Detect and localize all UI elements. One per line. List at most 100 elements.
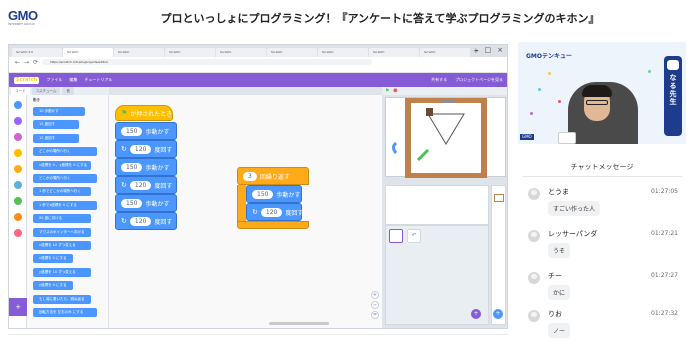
undo-icon[interactable]: ↶ (407, 229, 421, 243)
turn-degrees-block[interactable]: ↻ 120 度回す (115, 212, 177, 230)
back-icon[interactable]: ← (15, 59, 20, 66)
stage[interactable] (385, 97, 506, 179)
sprite-thumbnail[interactable] (389, 229, 403, 243)
teacher-banner-text: なる先生 (669, 74, 677, 106)
turn-degrees-block[interactable]: ↻ 120 度回す (115, 140, 177, 158)
browser-tab[interactable]: Scratch (420, 48, 470, 57)
browser-tab[interactable]: Scratch (369, 48, 419, 57)
palette-block[interactable]: x座標を 0 にする (33, 254, 73, 264)
webcam-badge: GMO (520, 134, 534, 140)
palette-block[interactable]: x座標を 0 、y座標を 0 にする (33, 160, 91, 170)
webcam-feed: GMOテンキュー GMO なる先生 (518, 42, 686, 144)
block-label: 歩動かす (145, 200, 170, 208)
steps-value[interactable]: 150 (121, 126, 143, 136)
category-variables[interactable] (14, 213, 22, 221)
chat-message: チー 01:27:27 かに (528, 270, 678, 312)
category-sensing[interactable] (14, 181, 22, 189)
screen-share: Scratch 3.0 Scratch Scratch Scratch Scra… (8, 44, 508, 329)
green-flag-button[interactable]: ⚑ (385, 88, 389, 94)
chat-message: とうま 01:27:05 すごい作った人 (528, 186, 678, 228)
browser-tab[interactable]: Scratch 3.0 (12, 48, 62, 57)
browser-tab-bar: Scratch 3.0 Scratch Scratch Scratch Scra… (9, 45, 507, 57)
close-window-button[interactable]: × (497, 46, 503, 54)
url-field[interactable]: https://scratch.mit.edu/projects/editor/ (42, 59, 373, 65)
palette-block[interactable]: x座標を 10 ずつ変える (33, 241, 91, 250)
horizontal-scrollbar[interactable] (269, 322, 329, 325)
turn-degrees-block[interactable]: ↻ 120 度回す (115, 176, 177, 194)
add-sprite-button[interactable]: + (471, 309, 481, 319)
palette-block[interactable]: 10 歩動かす (33, 107, 85, 116)
zoom-out-button[interactable]: − (371, 301, 379, 309)
minimize-button[interactable]: – (475, 46, 479, 54)
repeat-block-arm (237, 185, 246, 221)
tab-sounds[interactable]: 音 (62, 87, 74, 95)
category-motion[interactable] (14, 101, 22, 109)
backdrop-thumbnail[interactable] (494, 194, 504, 202)
move-steps-block[interactable]: 150 歩動かす (246, 185, 302, 203)
repeat-block[interactable]: 3 回繰り返す (237, 167, 309, 185)
palette-block[interactable]: 90 度に向ける (33, 214, 91, 224)
see-project-page-button[interactable]: プロジェクトページを見る (455, 77, 503, 83)
palette-block[interactable]: 1 秒でx座標を 0 にする (33, 200, 97, 210)
stop-button[interactable]: ⬣ (393, 88, 397, 94)
category-looks[interactable] (14, 117, 22, 125)
browser-tab-active[interactable]: Scratch (63, 48, 113, 57)
category-sound[interactable] (14, 133, 22, 141)
decor-dot (548, 72, 551, 75)
category-events[interactable] (14, 149, 22, 157)
menu-file[interactable]: ファイル (46, 77, 62, 83)
palette-block[interactable]: 回転方法を 左右のみ にする (33, 308, 97, 317)
degrees-value[interactable]: 120 (129, 144, 152, 154)
tab-costumes[interactable]: コスチューム (31, 87, 61, 95)
palette-block[interactable]: 15 度回す (33, 133, 79, 143)
code-area[interactable]: ⚑ が押されたとき 150 歩動かす ↻ 120 度回す 150 歩動かす ↻ … (109, 95, 382, 328)
steps-value[interactable]: 150 (121, 162, 143, 172)
message-text: すごい作った人 (548, 201, 601, 216)
browser-tab[interactable]: Scratch (165, 48, 215, 57)
category-control[interactable] (14, 165, 22, 173)
block-label: 歩動かす (276, 191, 301, 199)
forward-icon[interactable]: → (24, 59, 29, 66)
browser-tab[interactable]: Scratch (267, 48, 317, 57)
reload-icon[interactable]: ⟳ (33, 59, 38, 66)
steps-value[interactable]: 150 (252, 189, 274, 199)
category-my-blocks[interactable] (14, 229, 22, 237)
repeat-count[interactable]: 3 (243, 171, 257, 181)
move-steps-block[interactable]: 150 歩動かす (115, 194, 177, 212)
chat-panel: チャットメッセージ とうま 01:27:05 すごい作った人 レッサーパンダ 0… (518, 152, 686, 356)
turn-degrees-block[interactable]: ↻ 120 度回す (246, 203, 303, 221)
zoom-in-button[interactable]: + (371, 291, 379, 299)
scratch-logo[interactable]: Scratch (14, 76, 40, 84)
degrees-value[interactable]: 120 (260, 207, 283, 217)
degrees-value[interactable]: 120 (129, 216, 152, 226)
block-label: 度回す (154, 146, 173, 154)
share-button[interactable]: 共有する (431, 77, 447, 83)
rotate-arrow-icon (392, 141, 398, 154)
tab-code[interactable]: コード (11, 87, 30, 95)
palette-block[interactable]: y座標を 0 にする (33, 281, 73, 291)
palette-block[interactable]: どこかの場所へ行く (33, 147, 97, 157)
palette-block[interactable]: 15 度回す (33, 120, 79, 130)
palette-block[interactable]: 1 秒でどこかの場所へ行く (33, 187, 91, 197)
menu-edit[interactable]: 編集 (69, 77, 77, 83)
sprite-cat[interactable] (426, 108, 433, 116)
browser-tab[interactable]: Scratch (216, 48, 266, 57)
menu-tutorials[interactable]: チュートリアル (84, 77, 112, 83)
palette-block[interactable]: マウスのポインターへ向ける (33, 227, 91, 237)
block-categories (9, 95, 27, 328)
palette-block[interactable]: y座標を 10 ずつ変える (33, 267, 91, 277)
when-flag-clicked-block[interactable]: ⚑ が押されたとき (115, 105, 173, 121)
degrees-value[interactable]: 120 (129, 180, 152, 190)
move-steps-block[interactable]: 150 歩動かす (115, 158, 177, 176)
palette-block[interactable]: どこかの場所へ行く (33, 174, 97, 183)
category-operators[interactable] (14, 197, 22, 205)
browser-tab[interactable]: Scratch (318, 48, 368, 57)
steps-value[interactable]: 150 (121, 198, 143, 208)
move-steps-block[interactable]: 150 歩動かす (115, 122, 177, 140)
browser-tab[interactable]: Scratch (114, 48, 164, 57)
zoom-reset-button[interactable]: = (371, 311, 379, 319)
add-backdrop-button[interactable]: + (493, 309, 503, 319)
palette-block[interactable]: もし端に着いたら、跳ね返る (33, 294, 91, 304)
maximize-button[interactable]: □ (485, 46, 492, 54)
add-extension-button[interactable]: + (9, 298, 27, 316)
